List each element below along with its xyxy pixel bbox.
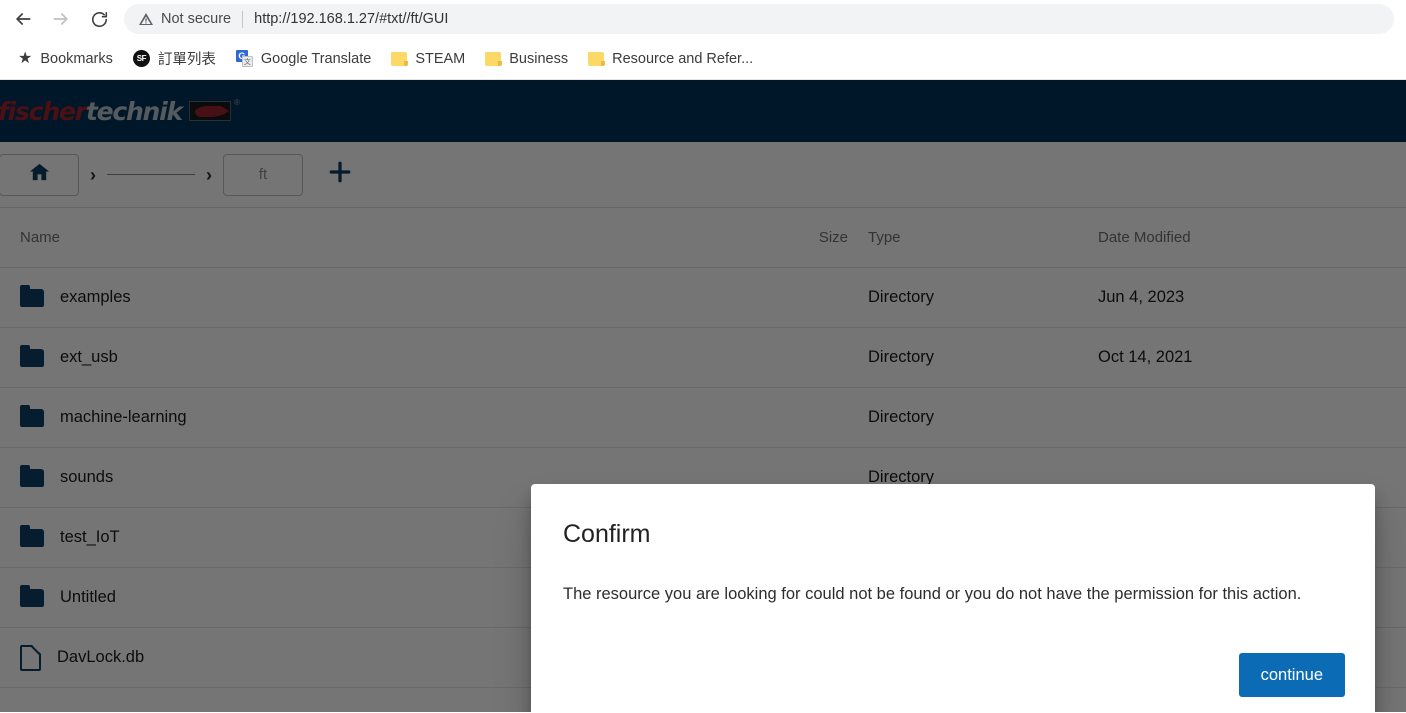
address-bar[interactable]: Not secure http://192.168.1.27/#txt//ft/… <box>124 4 1394 34</box>
back-button[interactable] <box>4 0 42 38</box>
bookmark-label: Google Translate <box>260 50 372 67</box>
folder-icon <box>588 51 606 66</box>
bookmark-item-steam[interactable]: STEAM <box>383 45 473 73</box>
reload-button[interactable] <box>80 0 118 38</box>
bookmark-item-business[interactable]: Business <box>477 45 576 73</box>
confirm-dialog: Confirm The resource you are looking for… <box>531 484 1375 712</box>
security-status-label: Not secure <box>161 11 232 27</box>
bookmark-item-google-translate[interactable]: G文 Google Translate <box>228 45 379 73</box>
page-content: fischer technik ® › › ft <box>0 80 1406 712</box>
omnibox-divider <box>242 10 244 28</box>
back-arrow-icon <box>13 9 33 29</box>
sf-icon: SF <box>132 50 150 67</box>
dialog-title: Confirm <box>563 520 651 548</box>
reload-icon <box>90 10 109 29</box>
continue-button[interactable]: continue <box>1238 653 1345 697</box>
forward-button[interactable] <box>42 0 80 38</box>
bookmark-label: 訂單列表 <box>157 52 216 68</box>
bookmark-item-order-list[interactable]: SF 訂單列表 <box>125 45 224 73</box>
warning-triangle-icon[interactable] <box>138 11 154 27</box>
bookmark-label: Resource and Refer... <box>612 50 754 67</box>
dialog-actions: continue <box>531 653 1375 712</box>
folder-icon <box>485 51 503 66</box>
star-icon: ★ <box>18 49 33 67</box>
bookmark-item-resource-and-references[interactable]: Resource and Refer... <box>580 45 761 73</box>
bookmark-label: Business <box>509 50 569 67</box>
bookmark-label: STEAM <box>415 50 466 67</box>
google-translate-icon: G文 <box>235 50 253 67</box>
bookmarks-bar: ★ Bookmarks SF 訂單列表 G文 Google Translate … <box>0 38 1406 80</box>
browser-navigation-bar: Not secure http://192.168.1.27/#txt//ft/… <box>0 0 1406 38</box>
forward-arrow-icon <box>51 9 71 29</box>
bookmark-label: Bookmarks <box>40 50 113 67</box>
browser-chrome: Not secure http://192.168.1.27/#txt//ft/… <box>0 0 1406 80</box>
folder-icon <box>391 51 409 66</box>
url-text[interactable]: http://192.168.1.27/#txt//ft/GUI <box>254 11 448 27</box>
dialog-message: The resource you are looking for could n… <box>563 585 1302 603</box>
bookmark-item-bookmarks[interactable]: ★ Bookmarks <box>10 45 121 73</box>
